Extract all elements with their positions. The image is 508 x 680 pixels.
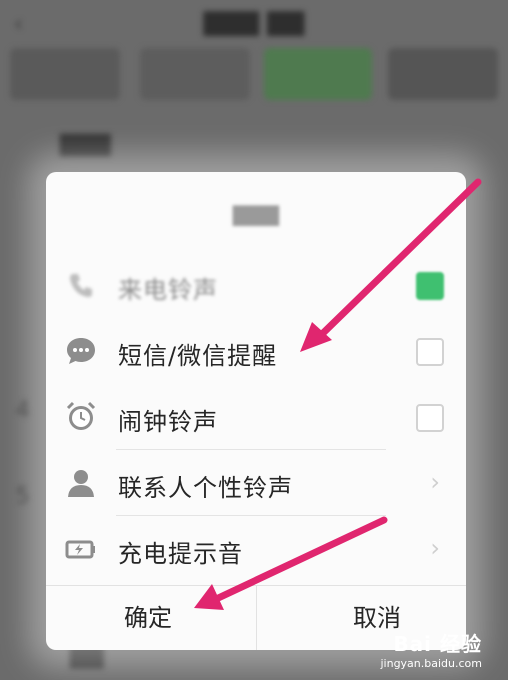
watermark-url: jingyan.baidu.com (380, 657, 482, 670)
watermark-brand: Bai 经验 (393, 632, 482, 656)
baidu-jingyan-watermark: Bai 经验 jingyan.baidu.com (380, 628, 482, 670)
annotation-arrows (194, 178, 482, 610)
arrow-to-confirm-button (194, 516, 388, 610)
arrow-to-sms-option (300, 178, 482, 352)
